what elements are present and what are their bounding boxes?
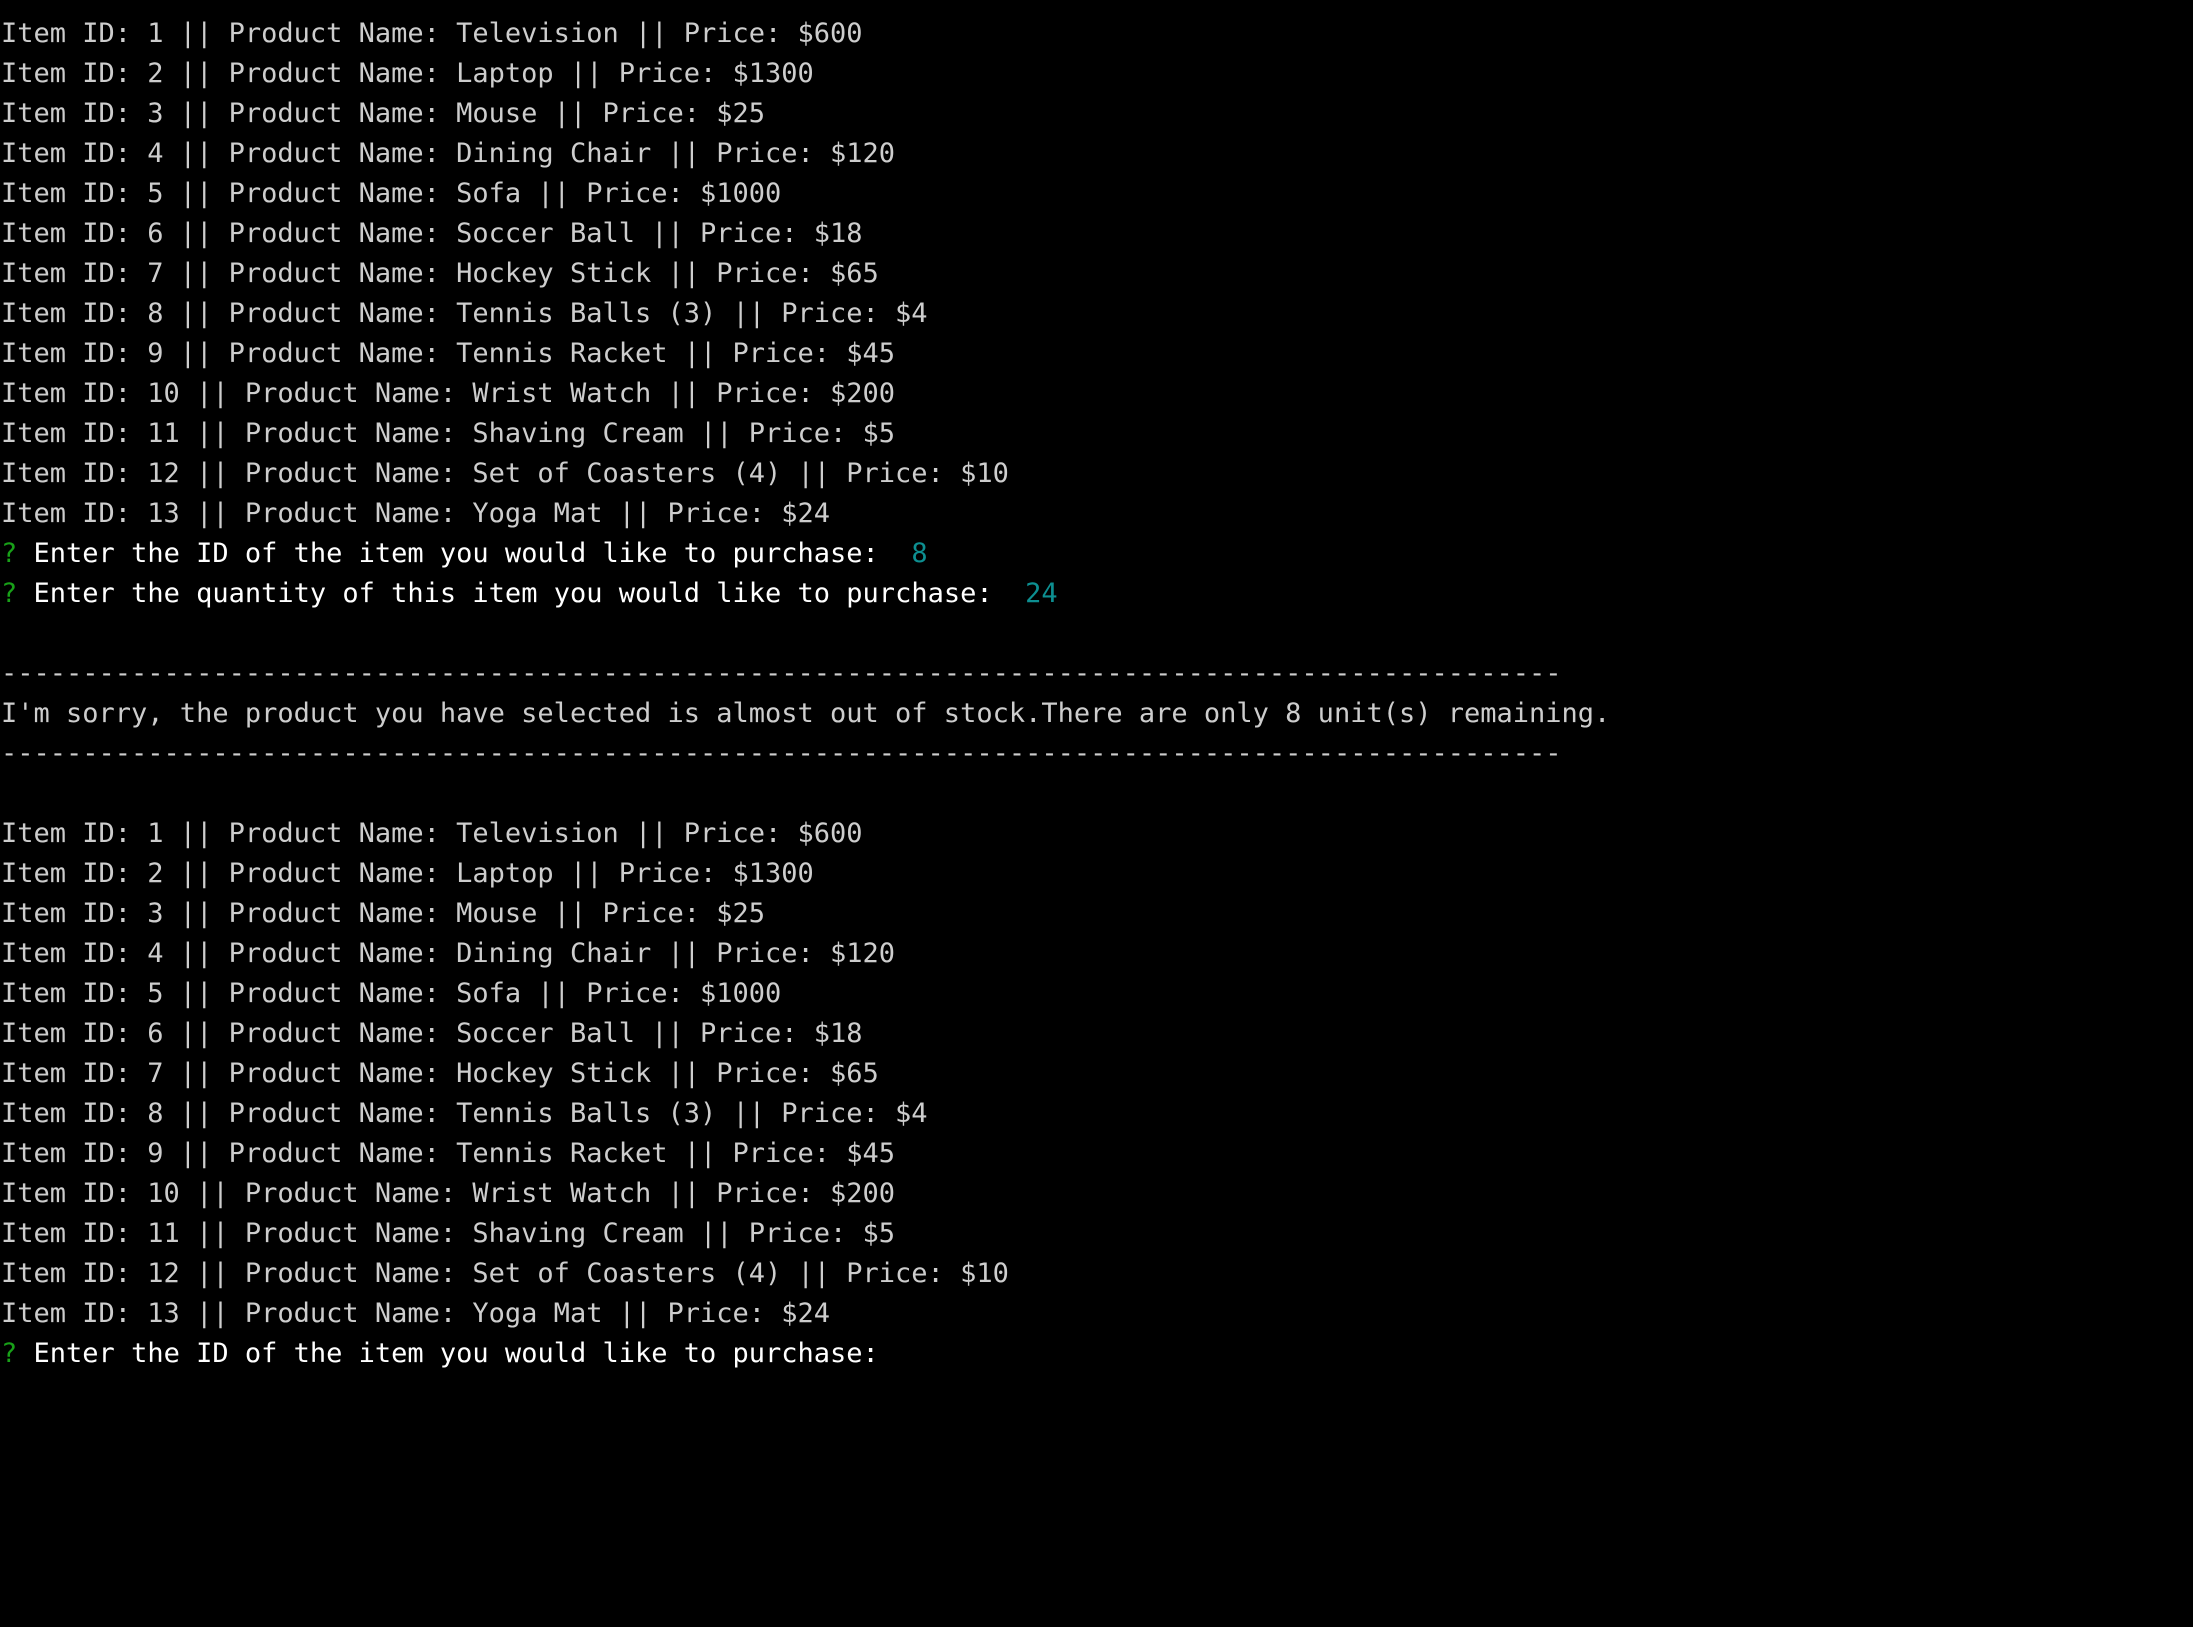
question-marker-icon: ? — [1, 1338, 18, 1369]
prompt-quantity-label: Enter the quantity of this item you woul… — [33, 578, 1009, 609]
product-listing-first: Item ID: 1 || Product Name: Television |… — [0, 14, 2193, 534]
list-item: Item ID: 5 || Product Name: Sofa || Pric… — [1, 178, 782, 209]
list-item: Item ID: 1 || Product Name: Television |… — [1, 818, 863, 849]
list-item: Item ID: 8 || Product Name: Tennis Balls… — [1, 1098, 928, 1129]
list-item: Item ID: 6 || Product Name: Soccer Ball … — [1, 1018, 863, 1049]
list-item: Item ID: 13 || Product Name: Yoga Mat ||… — [1, 498, 831, 529]
list-item: Item ID: 7 || Product Name: Hockey Stick… — [1, 1058, 879, 1089]
list-item: Item ID: 10 || Product Name: Wrist Watch… — [1, 378, 896, 409]
list-item: Item ID: 12 || Product Name: Set of Coas… — [1, 458, 1009, 489]
question-marker-icon: ? — [1, 578, 18, 609]
list-item: Item ID: 7 || Product Name: Hockey Stick… — [1, 258, 879, 289]
product-listing-second: Item ID: 1 || Product Name: Television |… — [0, 814, 2193, 1334]
list-item: Item ID: 2 || Product Name: Laptop || Pr… — [1, 858, 814, 889]
prompt-item-id-second-label: Enter the ID of the item you would like … — [33, 1338, 879, 1369]
list-item: Item ID: 4 || Product Name: Dining Chair… — [1, 938, 896, 969]
prompt-spacer — [17, 538, 33, 569]
stock-warning-message: I'm sorry, the product you have selected… — [1, 698, 1611, 729]
prompt-spacer — [17, 1338, 33, 1369]
separator-rule-bottom: ----------------------------------------… — [1, 738, 1562, 769]
list-item: Item ID: 9 || Product Name: Tennis Racke… — [1, 1138, 896, 1169]
prompt-item-id-second[interactable]: ? Enter the ID of the item you would lik… — [0, 1334, 2193, 1374]
list-item: Item ID: 5 || Product Name: Sofa || Pric… — [1, 978, 782, 1009]
list-item: Item ID: 10 || Product Name: Wrist Watch… — [1, 1178, 896, 1209]
list-item: Item ID: 6 || Product Name: Soccer Ball … — [1, 218, 863, 249]
list-item: Item ID: 11 || Product Name: Shaving Cre… — [1, 418, 896, 449]
list-item: Item ID: 8 || Product Name: Tennis Balls… — [1, 298, 928, 329]
stock-warning-block: ----------------------------------------… — [0, 654, 2193, 774]
list-item: Item ID: 3 || Product Name: Mouse || Pri… — [1, 98, 766, 129]
list-item: Item ID: 13 || Product Name: Yoga Mat ||… — [1, 1298, 831, 1329]
list-item: Item ID: 9 || Product Name: Tennis Racke… — [1, 338, 896, 369]
list-item: Item ID: 1 || Product Name: Television |… — [1, 18, 863, 49]
list-item: Item ID: 11 || Product Name: Shaving Cre… — [1, 1218, 896, 1249]
prompt-spacer — [17, 578, 33, 609]
list-item: Item ID: 4 || Product Name: Dining Chair… — [1, 138, 896, 169]
list-item: Item ID: 12 || Product Name: Set of Coas… — [1, 1258, 1009, 1289]
list-item: Item ID: 3 || Product Name: Mouse || Pri… — [1, 898, 766, 929]
prompt-item-id-first[interactable]: ? Enter the ID of the item you would lik… — [0, 534, 2193, 574]
prompt-item-id-answer[interactable]: 8 — [895, 538, 927, 569]
prompt-item-id-label: Enter the ID of the item you would like … — [33, 538, 896, 569]
prompt-quantity-first[interactable]: ? Enter the quantity of this item you wo… — [0, 574, 2193, 614]
separator-rule-top: ----------------------------------------… — [1, 658, 1562, 689]
list-item: Item ID: 2 || Product Name: Laptop || Pr… — [1, 58, 814, 89]
terminal-window: Item ID: 1 || Product Name: Television |… — [0, 0, 2193, 1627]
prompt-quantity-answer[interactable]: 24 — [1009, 578, 1058, 609]
question-marker-icon: ? — [1, 538, 18, 569]
